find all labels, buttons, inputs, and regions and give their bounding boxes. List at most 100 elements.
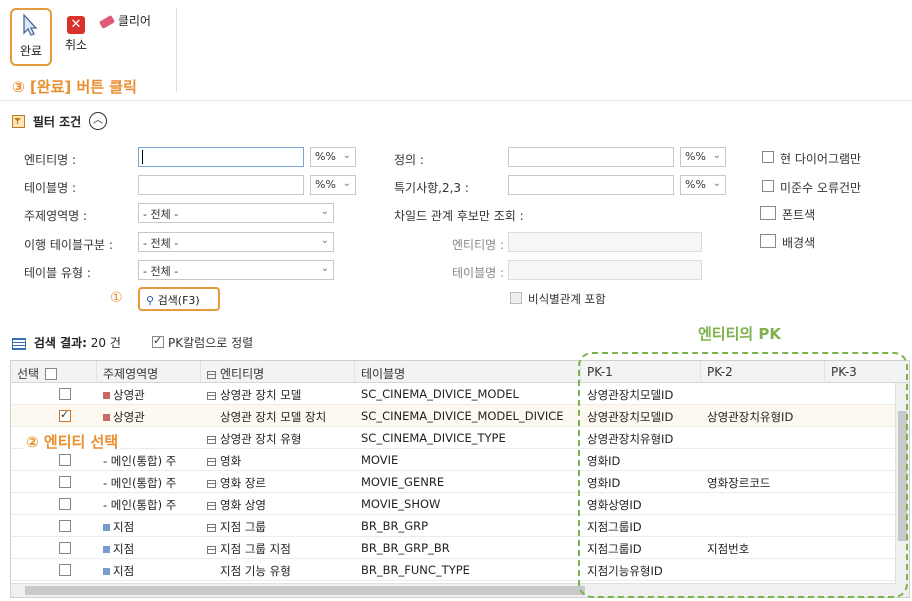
- entity-name-input[interactable]: [138, 147, 304, 167]
- row-entity: 상영관 장치 유형: [207, 431, 301, 447]
- child-table-input[interactable]: [508, 260, 702, 280]
- filter-title: 필터 조건: [32, 114, 82, 129]
- special-match-select[interactable]: %% ⌄: [680, 175, 726, 195]
- table-row[interactable]: 지점 지점 그룹 지점 BR_BR_GRP_BR 지점그룹ID 지점번호: [11, 537, 897, 559]
- row-entity: 상영관 장치 모델: [207, 387, 301, 403]
- vertical-scrollbar[interactable]: [895, 383, 909, 597]
- noncompliant-label: 미준수 오류건만: [780, 181, 862, 195]
- font-color-swatch[interactable]: [760, 206, 776, 220]
- chevron-down-icon: ⌄: [342, 150, 351, 161]
- row-subject-area: 상영관: [103, 387, 145, 403]
- table-name-input[interactable]: [138, 175, 304, 195]
- table-icon: [207, 545, 216, 554]
- row-select-checkbox[interactable]: [59, 498, 71, 510]
- header-subject-area[interactable]: 주제영역명: [97, 361, 201, 383]
- header-select-label: 선택: [17, 367, 40, 381]
- row-subject-area: - 메인(통합) 주: [103, 475, 176, 491]
- row-subject-area-text: 지점: [113, 520, 135, 534]
- row-pk1: 지점그룹ID: [587, 520, 642, 534]
- row-select-checkbox[interactable]: [59, 520, 71, 532]
- collapse-icon[interactable]: ︿: [89, 112, 107, 130]
- chevron-down-icon: ⌄: [320, 235, 329, 246]
- subject-area-select[interactable]: - 전체 - ⌄: [138, 203, 334, 223]
- row-select-checkbox[interactable]: [59, 564, 71, 576]
- subject-area-label: 주제영역명 :: [24, 209, 88, 223]
- sort-pk-checkbox[interactable]: [152, 334, 164, 348]
- header-select[interactable]: 선택: [11, 361, 97, 383]
- header-table[interactable]: 테이블명: [355, 361, 581, 383]
- row-select-checkbox[interactable]: [59, 542, 71, 554]
- table-row[interactable]: 관상영관 장치 유형SC_CINEMA_DIVICE_TYPE상영관장치유형ID: [11, 427, 897, 449]
- table-row[interactable]: - 메인(통합) 주 영화 MOVIE 영화ID: [11, 449, 897, 471]
- table-row[interactable]: 지점 지점 그룹 BR_BR_GRP 지점그룹ID: [11, 515, 897, 537]
- migration-table-select[interactable]: - 전체 - ⌄: [138, 232, 334, 252]
- row-table-name: MOVIE_SHOW: [361, 497, 441, 511]
- grid-icon: [12, 337, 26, 350]
- row-subject-area: - 메인(통합) 주: [103, 497, 176, 513]
- row-select-checkbox[interactable]: [59, 408, 71, 422]
- row-pk2: 영화장르코드: [707, 476, 771, 490]
- chevron-down-icon: ⌄: [712, 178, 721, 189]
- table-name-label: 테이블명 :: [24, 181, 77, 195]
- table-row[interactable]: - 메인(통합) 주 영화 장르 MOVIE_GENRE 영화ID 영화장르코드: [11, 471, 897, 493]
- row-table-name: SC_CINEMA_DIVICE_TYPE: [361, 431, 506, 445]
- header-pk2[interactable]: PK-2: [701, 361, 825, 383]
- row-pk1: 상영관장치모델ID: [587, 410, 674, 424]
- definition-match-select[interactable]: %% ⌄: [680, 147, 726, 167]
- header-pk3[interactable]: PK-3: [825, 361, 909, 383]
- row-select-checkbox[interactable]: [59, 388, 71, 400]
- row-entity-text: 지점 그룹 지점: [220, 542, 291, 556]
- done-button[interactable]: 완료: [10, 8, 52, 66]
- table-row[interactable]: 상영관 상영관 장치 모델 장치 SC_CINEMA_DIVICE_MODEL_DI…: [11, 405, 897, 427]
- horizontal-scrollbar[interactable]: [11, 583, 897, 597]
- row-entity: 영화: [207, 453, 241, 469]
- row-subject-area: 지점: [103, 563, 134, 579]
- row-pk1: 상영관장치모델ID: [587, 388, 674, 402]
- cancel-button[interactable]: ✕ 취소: [58, 10, 94, 64]
- clear-button[interactable]: 클리어: [98, 12, 151, 32]
- table-icon: [207, 391, 216, 400]
- definition-input[interactable]: [508, 147, 674, 167]
- table-type-select[interactable]: - 전체 - ⌄: [138, 260, 334, 280]
- select-all-checkbox[interactable]: [44, 367, 57, 380]
- row-pk1: 지점그룹ID: [587, 542, 642, 556]
- nonident-checkbox[interactable]: [510, 292, 522, 304]
- row-entity-text: 영화 장르: [220, 476, 266, 490]
- row-entity: 영화 상영: [207, 497, 266, 513]
- child-entity-input[interactable]: [508, 232, 702, 252]
- result-count: 20 건: [90, 336, 121, 350]
- child-table-label: 테이블명 :: [452, 266, 505, 280]
- row-select-checkbox[interactable]: [59, 454, 71, 466]
- table-row[interactable]: 상영관 상영관 장치 모델 SC_CINEMA_DIVICE_MODEL 상영관장치모…: [11, 383, 897, 405]
- row-subject-area-text: 상영관: [113, 410, 145, 424]
- row-subject-area-text: - 메인(통합) 주: [103, 454, 177, 468]
- table-row[interactable]: 지점 지점 기능 유형 BR_BR_FUNC_TYPE 지점기능유형ID: [11, 559, 897, 581]
- row-select-checkbox[interactable]: [59, 476, 71, 488]
- row-pk1: 지점기능유형ID: [587, 564, 663, 578]
- entity-match-select[interactable]: %% ⌄: [310, 147, 356, 167]
- header-pk1[interactable]: PK-1: [581, 361, 701, 383]
- row-entity: 영화 장르: [207, 475, 266, 491]
- bg-color-swatch[interactable]: [760, 234, 776, 248]
- special-match-value: %%: [685, 178, 706, 191]
- special-input[interactable]: [508, 175, 674, 195]
- definition-match-value: %%: [685, 150, 706, 163]
- noncompliant-checkbox[interactable]: [762, 180, 774, 192]
- search-icon: ⚲: [146, 294, 155, 307]
- table-type-label: 테이블 유형 :: [24, 266, 91, 280]
- vertical-scroll-thumb[interactable]: [898, 411, 907, 541]
- current-diagram-checkbox[interactable]: [762, 151, 774, 163]
- search-button[interactable]: ⚲ 검색(F3): [138, 287, 220, 311]
- row-entity: 지점 기능 유형: [207, 563, 291, 579]
- table-row[interactable]: - 메인(통합) 주 영화 상영 MOVIE_SHOW 영화상영ID: [11, 493, 897, 515]
- row-subject-area-text: 상영관: [113, 388, 145, 402]
- horizontal-scroll-thumb[interactable]: [25, 586, 585, 595]
- header-entity[interactable]: 엔티티명: [201, 361, 355, 383]
- row-subject-area: 지점: [103, 541, 134, 557]
- row-subject-area: 지점: [103, 519, 134, 535]
- row-table-name: BR_BR_GRP: [361, 519, 429, 533]
- close-icon: ✕: [67, 16, 85, 34]
- row-pk2: 상영관장치유형ID: [707, 410, 794, 424]
- table-match-select[interactable]: %% ⌄: [310, 175, 356, 195]
- toolbar: 완료 ✕ 취소 클리어 ③ [완료] 버튼 클릭: [0, 0, 912, 101]
